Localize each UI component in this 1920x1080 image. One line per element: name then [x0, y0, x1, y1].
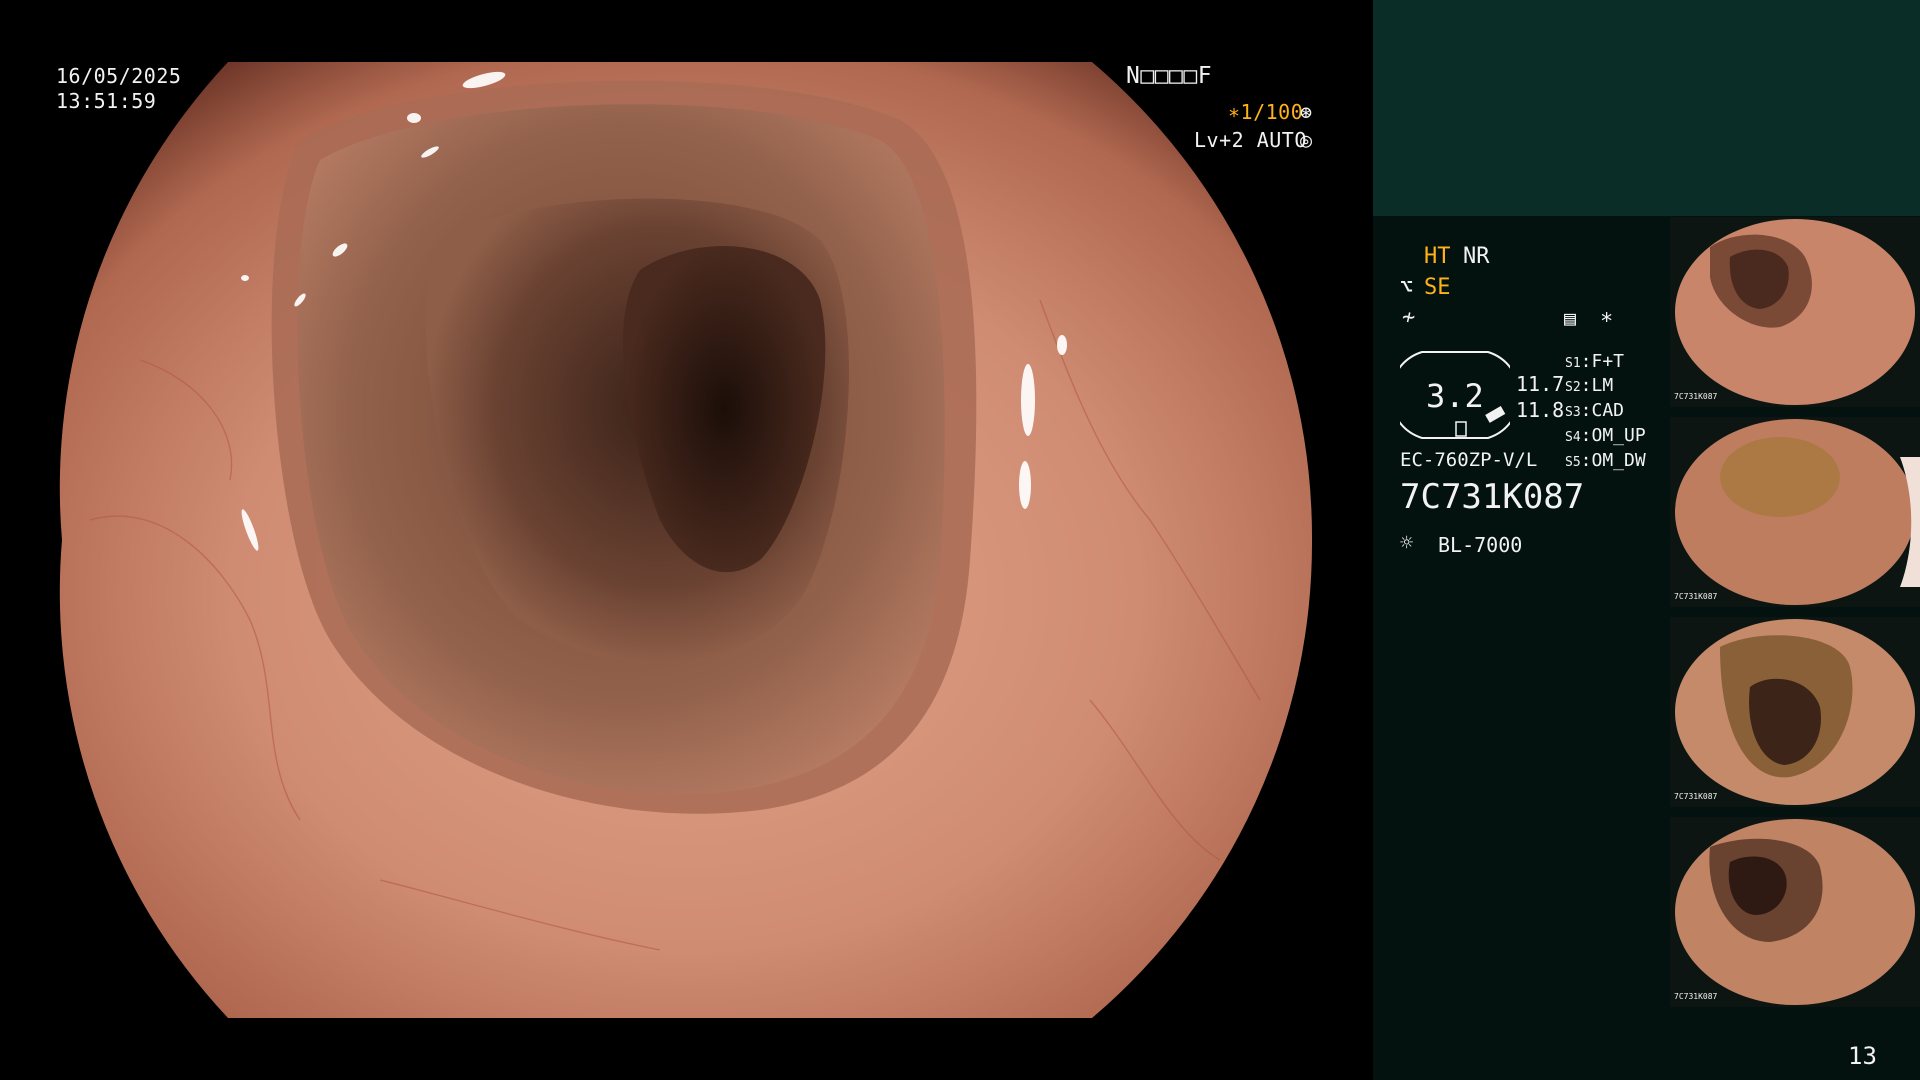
star-marker: ∗ — [1600, 305, 1614, 330]
thumbnail-label: 7C731K087 — [1674, 592, 1718, 601]
thumbnail-label: 7C731K087 — [1674, 392, 1718, 401]
thumbnail-image — [1675, 619, 1915, 805]
light-source-label: BL-7000 — [1438, 533, 1523, 557]
switch-s3: S3:CAD — [1565, 400, 1625, 421]
thumbnail-image — [1675, 419, 1920, 605]
thumbnail-label: 7C731K087 — [1674, 992, 1718, 1001]
time-label: 13:51:59 — [56, 89, 157, 113]
value-bottom: 11.8 — [1516, 398, 1565, 422]
shutter-speed: ∗1/100 — [1228, 100, 1304, 124]
level-label: Lv+2 AUTO — [1194, 128, 1307, 152]
switch-s5: S5:OM_DW — [1565, 450, 1646, 471]
patient-code: N□□□□F — [1126, 63, 1213, 89]
thumbnail-1[interactable]: 7C731K087 — [1670, 217, 1920, 407]
settings-list-icon: ▤ — [1564, 306, 1577, 330]
colon-lumen-image — [59, 62, 1313, 1018]
thumbnail-2[interactable]: 7C731K087 — [1670, 417, 1920, 607]
thumbnail-image — [1675, 219, 1915, 405]
page-number: 13 — [1848, 1042, 1877, 1070]
switch-s2: S2:LM — [1565, 375, 1614, 396]
enhance-icon: ⌥ — [1400, 275, 1414, 300]
switch-s4: S4:OM_UP — [1565, 425, 1646, 446]
light-source-icon: ☼ — [1400, 531, 1414, 556]
date-label: 16/05/2025 — [56, 64, 182, 88]
freeze-icon: ≁ — [1402, 305, 1416, 330]
panel-header-area — [1373, 0, 1920, 216]
scope-model: EC-760ZP-V/L — [1400, 449, 1538, 471]
aperture-icon: ⊛ — [1300, 100, 1313, 124]
thumbnail-image — [1675, 819, 1915, 1005]
scope-serial: 7C731K087 — [1400, 477, 1585, 517]
auto-iris-icon: ◎ — [1300, 128, 1313, 152]
endoscope-view: 16/05/2025 13:51:59 N□□□□F ∗1/100 ⊛ Lv+2… — [0, 0, 1372, 1080]
thumbnail-label: 7C731K087 — [1674, 792, 1718, 801]
value-top: 11.7 — [1516, 372, 1565, 396]
se-label: SE — [1424, 275, 1451, 300]
zoom-value: 3.2 — [1426, 377, 1484, 415]
ht-label: HT — [1424, 244, 1451, 269]
switch-s1: S1:F+T — [1565, 351, 1625, 372]
thumbnail-3[interactable]: 7C731K087 — [1670, 617, 1920, 807]
thumbnail-4[interactable]: 7C731K087 — [1670, 817, 1920, 1007]
nr-label: NR — [1463, 244, 1490, 269]
